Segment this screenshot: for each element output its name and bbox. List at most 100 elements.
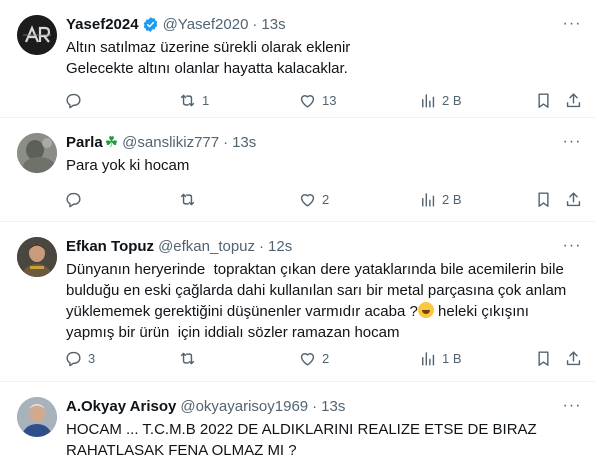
tweet[interactable]: Efkan Topuz @efkan_topuz · 12s ··· Dünya…: [0, 222, 595, 382]
handle[interactable]: @Yasef2020: [163, 16, 249, 33]
tweet-text-fragment: heleki çıkışını: [433, 303, 529, 320]
more-options-icon[interactable]: ···: [561, 396, 583, 416]
more-options-icon[interactable]: ···: [561, 236, 583, 256]
timestamp[interactable]: 13s: [232, 134, 256, 151]
handle[interactable]: @okyayarisoy1969: [180, 398, 308, 415]
retweet-icon: [180, 193, 195, 205]
reply-icon: [66, 351, 81, 366]
tweet-header: Efkan Topuz @efkan_topuz · 12s: [66, 236, 292, 256]
retweet-icon: [180, 352, 195, 364]
tweet-text-line: yüklememek gerektiğini düşünenler varmıd…: [66, 301, 584, 322]
gray-photo-icon: [17, 133, 57, 173]
share-button[interactable]: [564, 344, 583, 372]
tweet-text: HOCAM ... T.C.M.B 2022 DE ALDIKLARINI RE…: [66, 419, 584, 461]
tweet-text: Dünyanın heryerinde topraktan çıkan dere…: [66, 259, 584, 343]
heart-icon: [300, 193, 315, 207]
reply-icon: [66, 93, 81, 108]
timestamp[interactable]: 13s: [321, 398, 345, 415]
tweet-actions: 1 13 2 B: [56, 86, 590, 114]
tweet-text-line: Altın satılmaz üzerine sürekli olarak ek…: [66, 39, 351, 56]
tweet-text-line: HOCAM ... T.C.M.B 2022 DE ALDIKLARINI RE…: [66, 421, 537, 438]
tweet-text-line: Dünyanın heryerinde topraktan çıkan dere…: [66, 261, 564, 278]
tweet-text-line: RAHATLASAK FENA OLMAZ MI ?: [66, 442, 297, 459]
separator-dot: ·: [259, 237, 265, 255]
tweet-text: Altın satılmaz üzerine sürekli olarak ek…: [66, 37, 584, 79]
tweet-text-line: yapmış bir ürün için iddialı sözler rama…: [66, 324, 400, 341]
person-photo-icon: [17, 237, 57, 277]
tweet-feed: Yasef2024 @Yasef2020 · 13s ··· Altın sat…: [0, 0, 595, 465]
like-button[interactable]: 2: [298, 185, 329, 213]
like-count: 13: [322, 92, 337, 108]
separator-dot: ·: [312, 397, 318, 415]
timestamp[interactable]: 13s: [261, 16, 285, 33]
display-name[interactable]: Efkan Topuz: [66, 238, 154, 255]
retweet-button[interactable]: [178, 344, 202, 372]
avatar[interactable]: [17, 397, 57, 437]
more-options-icon[interactable]: ···: [561, 14, 583, 34]
reply-button[interactable]: [64, 185, 88, 213]
tweet-text-line: Gelecekte altını olanlar hayatta kalacak…: [66, 60, 348, 77]
person-photo-icon: [17, 397, 57, 437]
like-button[interactable]: 13: [298, 86, 336, 114]
avatar[interactable]: [17, 133, 57, 173]
bookmark-icon: [538, 92, 549, 108]
bookmark-icon: [538, 191, 549, 207]
heart-icon: [300, 352, 315, 366]
tweet-text: Para yok ki hocam: [66, 155, 584, 176]
grinning-emoji-icon: [417, 302, 434, 318]
share-button[interactable]: [564, 86, 583, 114]
share-button[interactable]: [564, 185, 583, 213]
verified-badge-icon: [143, 16, 157, 32]
view-count: 2 B: [442, 92, 462, 108]
heart-icon: [300, 94, 315, 108]
retweet-button[interactable]: 1: [178, 86, 209, 114]
retweet-button[interactable]: [178, 185, 202, 213]
bookmark-button[interactable]: [534, 185, 553, 213]
separator-dot: ·: [223, 133, 229, 151]
retweet-count: 1: [202, 92, 210, 108]
tweet[interactable]: Yasef2024 @Yasef2020 · 13s ··· Altın sat…: [0, 0, 595, 118]
like-button[interactable]: 2: [298, 344, 329, 372]
clover-emoji: ☘: [104, 134, 119, 151]
share-icon: [566, 350, 581, 365]
tweet-actions: 3 2 1 B: [56, 344, 590, 372]
views-chart-icon: [422, 93, 435, 108]
views-button[interactable]: 2 B: [418, 86, 462, 114]
handle[interactable]: @sanslikiz777: [122, 134, 219, 151]
tweet-header: A.Okyay Arisoy @okyayarisoy1969 · 13s: [66, 396, 345, 416]
reply-button[interactable]: [64, 86, 88, 114]
reply-icon: [66, 192, 81, 207]
bookmark-icon: [538, 350, 549, 366]
views-button[interactable]: 1 B: [418, 344, 462, 372]
display-name[interactable]: Yasef2024: [66, 16, 139, 33]
views-chart-icon: [422, 192, 435, 207]
like-count: 2: [322, 350, 330, 366]
display-name[interactable]: Parla: [66, 134, 103, 151]
tweet-text-fragment: yüklememek gerektiğini düşünenler varmıd…: [66, 303, 418, 320]
separator-dot: ·: [252, 15, 258, 33]
tweet-text-line: bulduğu en eski çağlarda dahi kullanılan…: [66, 282, 567, 299]
timestamp[interactable]: 12s: [268, 238, 292, 255]
view-count: 2 B: [442, 191, 462, 207]
tweet-text-line: Para yok ki hocam: [66, 157, 190, 174]
handle[interactable]: @efkan_topuz: [158, 238, 255, 255]
avatar[interactable]: [17, 237, 57, 277]
tweet[interactable]: Parla ☘ @sanslikiz777 · 13s ··· Para yok…: [0, 118, 595, 222]
like-count: 2: [322, 191, 330, 207]
views-button[interactable]: 2 B: [418, 185, 462, 213]
view-count: 1 B: [442, 350, 462, 366]
share-icon: [566, 191, 581, 206]
ar-logo-icon: [17, 15, 57, 55]
bookmark-button[interactable]: [534, 86, 553, 114]
reply-count: 3: [88, 350, 96, 366]
reply-button[interactable]: 3: [64, 344, 95, 372]
retweet-icon: [180, 94, 195, 106]
tweet[interactable]: A.Okyay Arisoy @okyayarisoy1969 · 13s ··…: [0, 382, 595, 465]
display-name[interactable]: A.Okyay Arisoy: [66, 398, 176, 415]
views-chart-icon: [422, 351, 435, 366]
tweet-header: Yasef2024 @Yasef2020 · 13s: [66, 14, 286, 34]
more-options-icon[interactable]: ···: [561, 132, 583, 152]
tweet-header: Parla ☘ @sanslikiz777 · 13s: [66, 132, 256, 152]
avatar[interactable]: [17, 15, 57, 55]
bookmark-button[interactable]: [534, 344, 553, 372]
